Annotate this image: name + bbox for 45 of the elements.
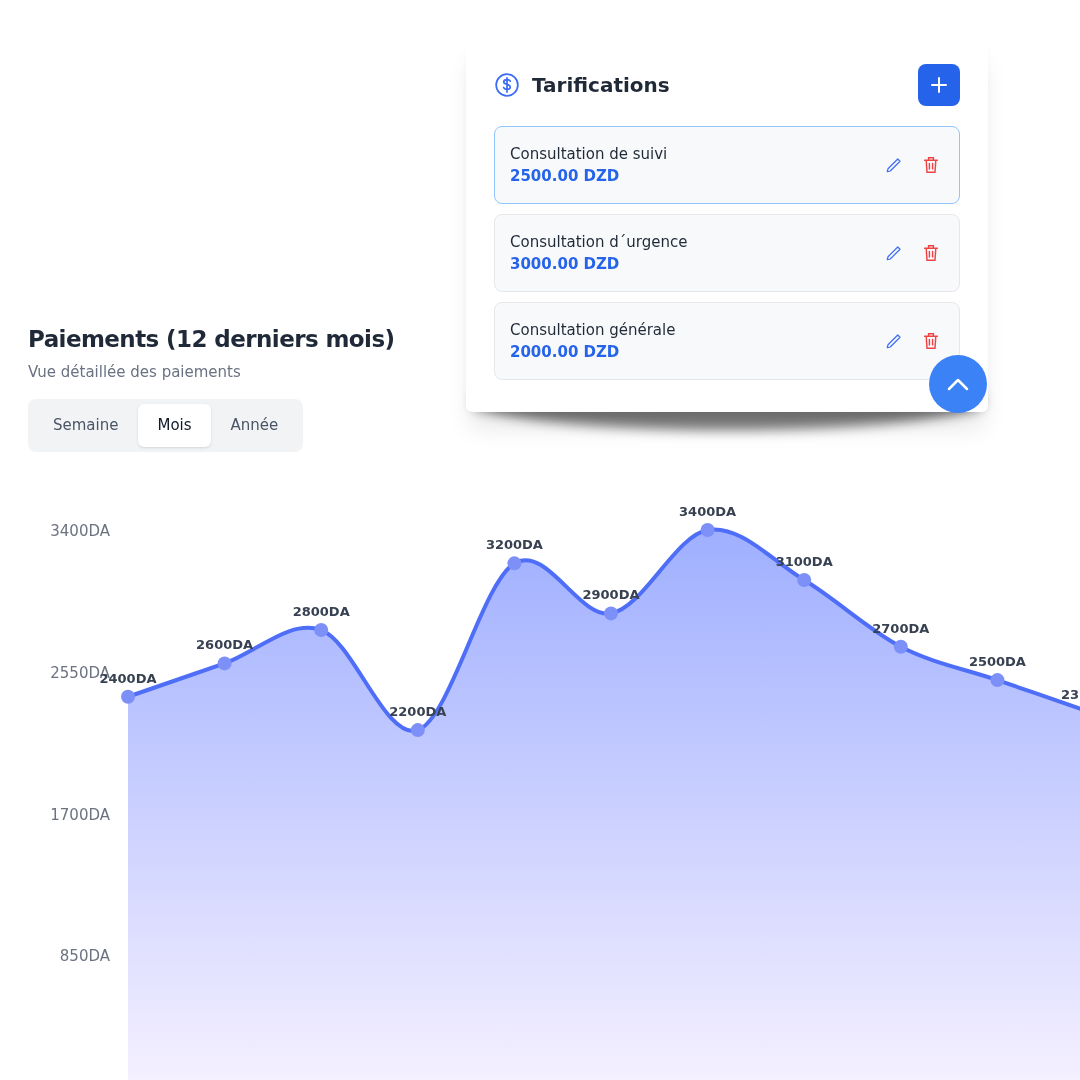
- pencil-icon[interactable]: [885, 244, 903, 262]
- data-point: [217, 656, 232, 671]
- card-title: Tarifications: [532, 72, 670, 99]
- value-label: 3400DA: [679, 504, 737, 519]
- y-axis-label: 3400DA: [50, 522, 110, 540]
- tariff-row[interactable]: Consultation d´urgence 3000.00 DZD: [494, 214, 960, 292]
- tariff-name: Consultation générale: [510, 319, 676, 341]
- data-point: [604, 606, 618, 621]
- section-title: Paiements (12 derniers mois): [28, 325, 395, 354]
- value-label: 2500DA: [968, 654, 1026, 670]
- value-label: 2700DA: [872, 620, 930, 636]
- dollar-icon: [494, 72, 520, 98]
- chevron-up-icon: [947, 377, 969, 391]
- data-point: [797, 573, 812, 588]
- period-tab[interactable]: Semaine: [33, 404, 139, 447]
- period-tab[interactable]: Mois: [138, 404, 211, 447]
- tariff-price: 2500.00 DZD: [510, 166, 621, 187]
- data-point: [700, 523, 715, 537]
- y-axis-label: 850DA: [59, 947, 110, 966]
- trash-icon[interactable]: [923, 156, 939, 174]
- section-subtitle: Vue détaillée des paiements: [28, 361, 241, 383]
- data-point: [893, 639, 908, 654]
- tariff-price: 3000.00 DZD: [510, 254, 621, 275]
- data-point: [410, 723, 425, 738]
- pencil-icon[interactable]: [885, 332, 903, 350]
- data-point: [990, 673, 1005, 688]
- pencil-icon[interactable]: [885, 156, 903, 174]
- trash-icon[interactable]: [923, 244, 939, 262]
- tariff-name: Consultation d´urgence: [510, 231, 688, 253]
- value-label: 2800DA: [292, 604, 350, 620]
- data-point: [121, 689, 135, 704]
- data-point: [314, 623, 329, 638]
- tariff-name: Consultation de suivi: [510, 143, 668, 165]
- tariff-price: 2000.00 DZD: [510, 342, 621, 363]
- period-tab[interactable]: Année: [210, 404, 299, 447]
- tariff-row[interactable]: Consultation de suivi 2500.00 DZD: [494, 126, 960, 204]
- add-button[interactable]: [918, 64, 960, 106]
- value-label: 2600DA: [196, 637, 254, 653]
- y-axis-label: 1700DA: [50, 805, 110, 824]
- data-point: [507, 556, 522, 571]
- tariff-row[interactable]: Consultation générale 2000.00 DZD: [494, 302, 960, 380]
- trash-icon[interactable]: [923, 332, 939, 350]
- plus-icon: [930, 76, 948, 94]
- value-label: 23: [1061, 687, 1080, 703]
- value-label: 3200DA: [485, 537, 543, 553]
